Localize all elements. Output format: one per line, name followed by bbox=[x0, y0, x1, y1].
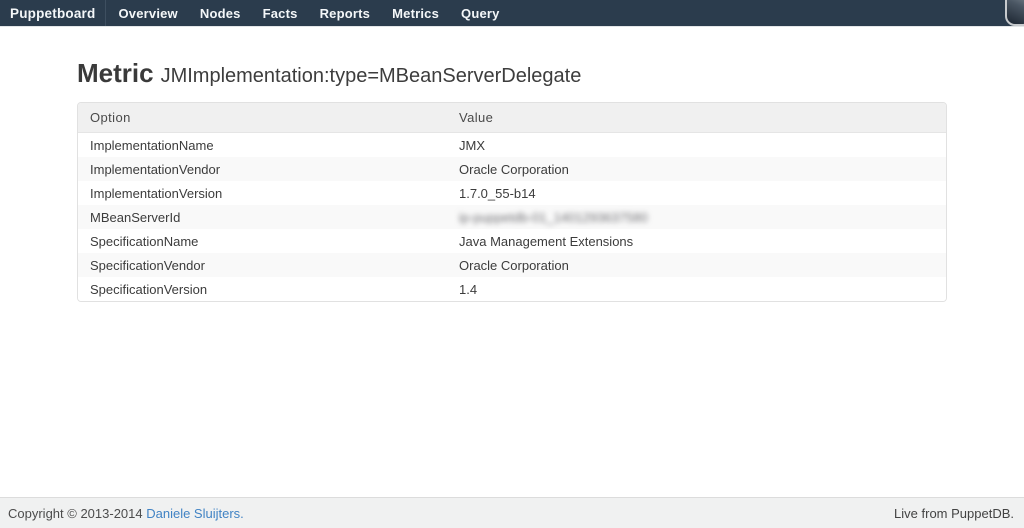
option-cell: ImplementationVendor bbox=[78, 162, 459, 177]
table-row: SpecificationName Java Management Extens… bbox=[78, 229, 946, 253]
table-row: ImplementationVersion 1.7.0_55-b14 bbox=[78, 181, 946, 205]
table-row: ImplementationVendor Oracle Corporation bbox=[78, 157, 946, 181]
table-header-row: Option Value bbox=[78, 103, 946, 133]
nav-item-metrics[interactable]: Metrics bbox=[381, 0, 450, 26]
navbar-brand[interactable]: Puppetboard bbox=[0, 0, 106, 26]
value-cell: 1.7.0_55-b14 bbox=[459, 186, 946, 201]
value-cell: Java Management Extensions bbox=[459, 234, 946, 249]
author-link[interactable]: Daniele Sluijters. bbox=[146, 506, 244, 521]
page-footer: Copyright © 2013-2014 Daniele Sluijters.… bbox=[0, 497, 1024, 528]
nav-item-reports[interactable]: Reports bbox=[309, 0, 382, 26]
option-cell: SpecificationName bbox=[78, 234, 459, 249]
nav-item-overview[interactable]: Overview bbox=[107, 0, 188, 26]
navbar-items: Overview Nodes Facts Reports Metrics Que… bbox=[107, 0, 510, 26]
copyright-text: Copyright © 2013-2014 bbox=[8, 506, 143, 521]
footer-copyright: Copyright © 2013-2014 Daniele Sluijters. bbox=[8, 506, 244, 521]
value-cell: Oracle Corporation bbox=[459, 258, 946, 273]
main-content: Metric JMImplementation:type=MBeanServer… bbox=[0, 27, 1024, 302]
page-title-subtitle: JMImplementation:type=MBeanServerDelegat… bbox=[161, 65, 582, 88]
footer-status: Live from PuppetDB. bbox=[894, 506, 1014, 521]
option-cell: SpecificationVendor bbox=[78, 258, 459, 273]
option-cell: ImplementationVersion bbox=[78, 186, 459, 201]
top-navbar: Puppetboard Overview Nodes Facts Reports… bbox=[0, 0, 1024, 27]
nav-item-query[interactable]: Query bbox=[450, 0, 511, 26]
table-row: SpecificationVersion 1.4 bbox=[78, 277, 946, 301]
table-row: ImplementationName JMX bbox=[78, 133, 946, 157]
nav-item-facts[interactable]: Facts bbox=[252, 0, 309, 26]
column-header-value: Value bbox=[459, 110, 946, 125]
option-cell: ImplementationName bbox=[78, 138, 459, 153]
option-cell: SpecificationVersion bbox=[78, 282, 459, 297]
column-header-option: Option bbox=[78, 110, 459, 125]
redacted-value: ip-puppetdb-01_1401293637580 bbox=[459, 210, 648, 225]
table-row: SpecificationVendor Oracle Corporation bbox=[78, 253, 946, 277]
value-cell-redacted: ip-puppetdb-01_1401293637580 bbox=[459, 210, 946, 225]
nav-item-nodes[interactable]: Nodes bbox=[189, 0, 252, 26]
metric-table: Option Value ImplementationName JMX Impl… bbox=[77, 102, 947, 302]
value-cell: JMX bbox=[459, 138, 946, 153]
table-row: MBeanServerId ip-puppetdb-01_14012936375… bbox=[78, 205, 946, 229]
value-cell: Oracle Corporation bbox=[459, 162, 946, 177]
page-title: Metric JMImplementation:type=MBeanServer… bbox=[77, 58, 1024, 89]
corner-widget-icon bbox=[1005, 0, 1024, 26]
page-title-main: Metric bbox=[77, 58, 154, 89]
option-cell: MBeanServerId bbox=[78, 210, 459, 225]
value-cell: 1.4 bbox=[459, 282, 946, 297]
